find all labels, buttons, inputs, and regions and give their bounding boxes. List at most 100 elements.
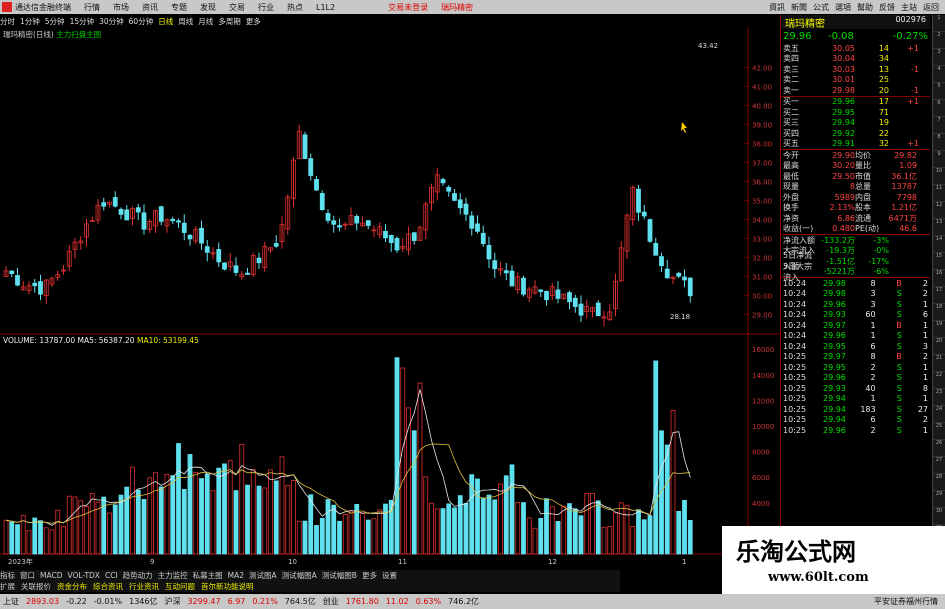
menu-back[interactable]: 返回 xyxy=(923,2,939,13)
tick-row[interactable]: 10:25 29.94 1 S 1 xyxy=(781,394,930,405)
tick-row[interactable]: 10:24 29.97 1 B 1 xyxy=(781,320,930,331)
indicator-tab[interactable]: 指标 xyxy=(0,570,15,581)
period-tab-active[interactable]: 日线 xyxy=(158,16,173,27)
side-tool-button[interactable]: 12 xyxy=(933,202,945,219)
side-tool-button[interactable]: 17 xyxy=(933,287,945,304)
indicator-tab[interactable]: CCI xyxy=(105,571,118,580)
menu-topic[interactable]: 专题 xyxy=(171,2,187,13)
kline-chart[interactable]: 42.00 41.00 40.00 39.00 38.00 37.00 36.00 35.00… xyxy=(0,27,780,570)
menu-discover[interactable]: 发现 xyxy=(200,2,216,13)
tick-row[interactable]: 10:24 29.95 6 S 3 xyxy=(781,341,930,352)
side-tool-button[interactable]: 18 xyxy=(933,304,945,321)
sell-level[interactable]: 卖一 29.98 20 -1 xyxy=(781,85,930,96)
side-tool-button[interactable]: 30 xyxy=(933,508,945,525)
stat-row[interactable]: 最高 30.20 量比 1.09 xyxy=(781,161,930,172)
tick-row[interactable]: 10:25 29.97 8 B 2 xyxy=(781,352,930,363)
extend-tab[interactable]: 资金分布 xyxy=(57,581,87,592)
side-tool-button[interactable]: 1 xyxy=(933,15,945,32)
side-tool-button[interactable]: 7 xyxy=(933,117,945,134)
side-tool-button[interactable]: 28 xyxy=(933,474,945,491)
tick-row[interactable]: 10:24 29.96 1 S 1 xyxy=(781,331,930,342)
stat-row[interactable]: 换手 2.13% 股本 1.21亿 xyxy=(781,203,930,214)
buy-level[interactable]: 买二 29.95 71 xyxy=(781,107,930,118)
side-tool-button[interactable]: 29 xyxy=(933,491,945,508)
side-tool-button[interactable]: 22 xyxy=(933,372,945,389)
menu-news[interactable]: 资讯 xyxy=(142,2,158,13)
side-tool-button[interactable]: 24 xyxy=(933,406,945,423)
indicator-tab[interactable]: 主力监控 xyxy=(158,570,188,581)
indicator-tab[interactable]: 测试图A xyxy=(249,570,277,581)
menu-feedback[interactable]: 反馈 xyxy=(879,2,895,13)
period-tab[interactable]: 多周期 xyxy=(218,16,241,27)
side-tool-button[interactable]: 15 xyxy=(933,253,945,270)
side-tool-button[interactable]: 26 xyxy=(933,440,945,457)
tick-row[interactable]: 10:25 29.94 6 S 2 xyxy=(781,415,930,426)
side-tool-button[interactable]: 14 xyxy=(933,236,945,253)
side-tool-button[interactable]: 23 xyxy=(933,389,945,406)
indicator-tab[interactable]: MA2 xyxy=(228,571,244,580)
menu-l1l2[interactable]: L1L2 xyxy=(316,3,335,12)
menu-options[interactable]: 選項 xyxy=(835,2,851,13)
menu-industry[interactable]: 行业 xyxy=(258,2,274,13)
menu-market[interactable]: 市场 xyxy=(113,2,129,13)
sell-level[interactable]: 卖五 30.05 14 +1 xyxy=(781,43,930,54)
indicator-tab[interactable]: 测试幅图A xyxy=(282,570,317,581)
indicator-tab[interactable]: 测试幅图B xyxy=(322,570,357,581)
indicator-tab[interactable]: 窗口 xyxy=(20,570,35,581)
flow-row[interactable]: 5日大宗流入 -5221万 -6% xyxy=(781,262,930,282)
sell-level[interactable]: 卖二 30.01 25 xyxy=(781,75,930,86)
side-tool-button[interactable]: 10 xyxy=(933,168,945,185)
extend-tab[interactable]: 首尔新功能说明 xyxy=(201,581,254,592)
indicator-tab[interactable]: VOL-TDX xyxy=(67,571,99,580)
trade-login-status[interactable]: 交易未登录 xyxy=(388,2,428,13)
indicator-tab[interactable]: 设置 xyxy=(382,570,397,581)
period-tab[interactable]: 15分钟 xyxy=(70,16,95,27)
side-tool-button[interactable]: 9 xyxy=(933,151,945,168)
extend-tab[interactable]: 综合资讯 xyxy=(93,581,123,592)
flow-row[interactable]: 净流入额 -133.2万 -3% xyxy=(781,235,930,246)
stat-row[interactable]: 最低 29.50 市值 36.1亿 xyxy=(781,171,930,182)
sell-level[interactable]: 卖四 30.04 34 xyxy=(781,54,930,65)
tick-row[interactable]: 10:24 29.93 60 S 6 xyxy=(781,310,930,321)
side-tool-button[interactable]: 3 xyxy=(933,49,945,66)
tick-row[interactable]: 10:25 29.96 2 S 1 xyxy=(781,425,930,436)
period-tab[interactable]: 5分钟 xyxy=(45,16,65,27)
side-tool-button[interactable]: 4 xyxy=(933,66,945,83)
menu-hot[interactable]: 热点 xyxy=(287,2,303,13)
indicator-tab[interactable]: 更多 xyxy=(362,570,377,581)
menu-trade[interactable]: 交易 xyxy=(229,2,245,13)
period-tab[interactable]: 月线 xyxy=(198,16,213,27)
side-tool-button[interactable]: 16 xyxy=(933,270,945,287)
tick-row[interactable]: 10:25 29.93 40 S 8 xyxy=(781,383,930,394)
menu-info[interactable]: 資訊 xyxy=(769,2,785,13)
extend-tab[interactable]: 扩展 xyxy=(0,581,15,592)
menu-hq[interactable]: 行情 xyxy=(84,2,100,13)
menu-help[interactable]: 幫助 xyxy=(857,2,873,13)
indicator-tab[interactable]: 趋势动力 xyxy=(123,570,153,581)
stat-row[interactable]: 净资 6.86 流通 6471万 xyxy=(781,213,930,224)
menu-newsr[interactable]: 新聞 xyxy=(791,2,807,13)
side-tool-button[interactable]: 25 xyxy=(933,423,945,440)
buy-level[interactable]: 买四 29.92 22 xyxy=(781,128,930,139)
extend-tab[interactable]: 关联报价 xyxy=(21,581,51,592)
buy-level[interactable]: 买三 29.94 19 xyxy=(781,118,930,129)
side-tool-button[interactable]: 21 xyxy=(933,355,945,372)
period-tab[interactable]: 周线 xyxy=(178,16,193,27)
extend-tab[interactable]: 互动问题 xyxy=(165,581,195,592)
tick-row[interactable]: 10:25 29.94 183 S 27 xyxy=(781,404,930,415)
tick-row[interactable]: 10:25 29.96 2 S 1 xyxy=(781,373,930,384)
side-tool-button[interactable]: 20 xyxy=(933,338,945,355)
side-tool-button[interactable]: 27 xyxy=(933,457,945,474)
side-tool-button[interactable]: 13 xyxy=(933,219,945,236)
period-tab[interactable]: 30分钟 xyxy=(99,16,124,27)
stat-row[interactable]: 收益(一) 0.480 PE(动) 46.6 xyxy=(781,224,930,235)
stat-row[interactable]: 现量 8 总量 13787 xyxy=(781,182,930,193)
side-tool-button[interactable]: 6 xyxy=(933,100,945,117)
indicator-tab[interactable]: MACD xyxy=(40,571,62,580)
tick-row[interactable]: 10:24 29.98 3 S 2 xyxy=(781,289,930,300)
period-tab[interactable]: 分时 xyxy=(0,16,15,27)
buy-level[interactable]: 买五 29.91 32 +1 xyxy=(781,139,930,150)
tick-row[interactable]: 10:24 29.98 8 B 2 xyxy=(781,278,930,289)
buy-level[interactable]: 买一 29.96 17 +1 xyxy=(781,97,930,108)
tick-row[interactable]: 10:24 29.96 3 S 1 xyxy=(781,299,930,310)
